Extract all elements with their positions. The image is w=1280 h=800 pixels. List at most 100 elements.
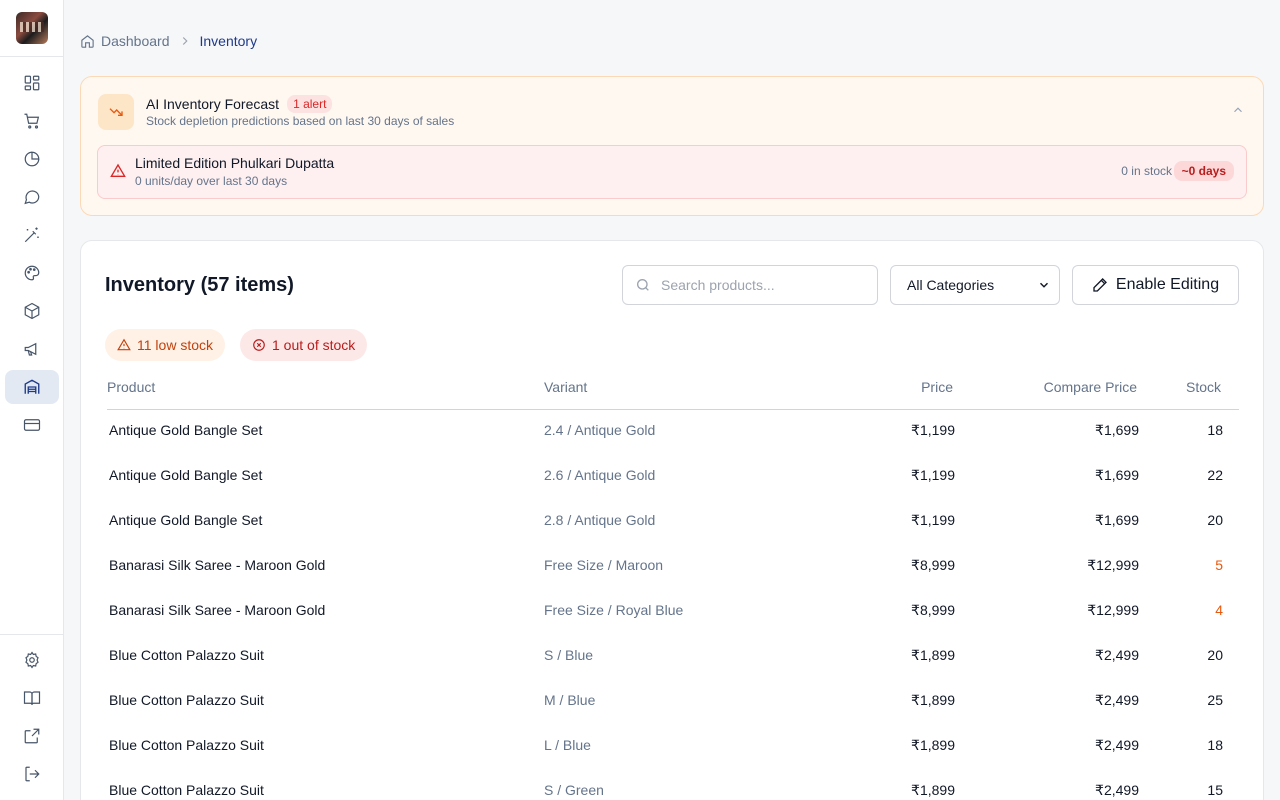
breadcrumb-home-link[interactable]: Dashboard xyxy=(80,33,170,49)
stock-cell[interactable]: 5 xyxy=(1215,557,1223,573)
column-header-variant[interactable]: Variant xyxy=(544,379,587,395)
price-cell[interactable]: ₹1,899 xyxy=(911,692,955,709)
variant-cell: Free Size / Maroon xyxy=(544,557,664,573)
compare-price-cell[interactable]: ₹1,699 xyxy=(1095,467,1139,484)
sidebar-item-theme[interactable] xyxy=(5,256,59,290)
alert-triangle-icon xyxy=(117,338,131,351)
variant-cell: M / Blue xyxy=(544,692,596,708)
variant-cell: 2.8 / Antique Gold xyxy=(544,512,656,528)
product-cell: Antique Gold Bangle Set xyxy=(109,467,263,483)
compare-price-cell[interactable]: ₹1,699 xyxy=(1095,512,1139,529)
sidebar-item-logout[interactable] xyxy=(5,757,59,791)
log-out-icon xyxy=(25,766,40,782)
enable-editing-button[interactable]: Enable Editing xyxy=(1072,265,1239,305)
sidebar-item-marketing[interactable] xyxy=(5,332,59,366)
column-header-product[interactable]: Product xyxy=(107,379,155,395)
alert-count-badge: 1 alert xyxy=(287,95,333,113)
price-cell[interactable]: ₹8,999 xyxy=(911,557,955,574)
store-logo[interactable] xyxy=(16,12,48,44)
stock-cell[interactable]: 22 xyxy=(1207,467,1223,483)
search-input[interactable] xyxy=(661,277,861,293)
variant-cell: S / Blue xyxy=(544,647,594,663)
warehouse-icon xyxy=(24,379,40,394)
category-select[interactable]: All Categories xyxy=(890,265,1060,305)
alert-product-name: Limited Edition Phulkari Dupatta xyxy=(135,155,335,171)
table-row[interactable]: Antique Gold Bangle Set 2.8 / Antique Gol… xyxy=(81,500,1263,545)
product-cell: Antique Gold Bangle Set xyxy=(109,422,263,438)
forecast-header: AI Inventory Forecast 1 alert xyxy=(146,95,333,113)
compare-price-cell[interactable]: ₹2,499 xyxy=(1095,737,1139,754)
stock-cell[interactable]: 25 xyxy=(1207,692,1223,708)
category-select-value: All Categories xyxy=(907,277,995,293)
price-cell[interactable]: ₹1,899 xyxy=(911,647,955,664)
credit-card-icon xyxy=(23,419,41,431)
column-header-price[interactable]: Price xyxy=(921,379,953,395)
alert-triangle-icon xyxy=(110,163,126,184)
stock-cell[interactable]: 20 xyxy=(1207,512,1223,528)
shopping-cart-icon xyxy=(24,113,40,129)
compare-price-cell[interactable]: ₹1,699 xyxy=(1095,422,1139,439)
product-cell: Banarasi Silk Saree - Maroon Gold xyxy=(109,557,326,573)
stock-cell[interactable]: 18 xyxy=(1207,422,1223,438)
sidebar-item-docs[interactable] xyxy=(5,681,59,715)
breadcrumb-current: Inventory xyxy=(199,33,258,49)
low-stock-filter[interactable]: 11 low stock xyxy=(105,329,225,361)
price-cell[interactable]: ₹1,199 xyxy=(911,512,955,529)
table-row[interactable]: Antique Gold Bangle Set 2.4 / Antique Gol… xyxy=(81,410,1263,455)
stock-cell[interactable]: 15 xyxy=(1207,782,1223,798)
chevron-up-icon[interactable] xyxy=(1231,103,1245,122)
stock-cell[interactable]: 4 xyxy=(1215,602,1223,618)
variant-cell: L / Blue xyxy=(544,737,591,753)
sidebar-item-ai-tools[interactable] xyxy=(5,218,59,252)
table-row[interactable]: Blue Cotton Palazzo Suit M / Blue ₹1,899 ₹2… xyxy=(81,680,1263,725)
sidebar-item-messages[interactable] xyxy=(5,180,59,214)
stock-cell[interactable]: 18 xyxy=(1207,737,1223,753)
compare-price-cell[interactable]: ₹12,999 xyxy=(1087,557,1139,574)
forecast-alert-item[interactable]: Limited Edition Phulkari Dupatta 0 units… xyxy=(97,145,1247,199)
out-of-stock-label: 1 out of stock xyxy=(272,337,356,353)
search-box[interactable] xyxy=(622,265,878,305)
sidebar-item-settings[interactable] xyxy=(5,643,59,677)
sidebar-item-billing[interactable] xyxy=(5,408,59,442)
sidebar-item-dashboard[interactable] xyxy=(5,66,59,100)
stock-cell[interactable]: 20 xyxy=(1207,647,1223,663)
product-cell: Blue Cotton Palazzo Suit xyxy=(109,737,264,753)
package-icon xyxy=(24,302,40,320)
table-row[interactable]: Banarasi Silk Saree - Maroon Gold Free Si… xyxy=(81,545,1263,590)
sidebar-item-view-store[interactable] xyxy=(5,719,59,753)
compare-price-cell[interactable]: ₹2,499 xyxy=(1095,692,1139,709)
table-row[interactable]: Antique Gold Bangle Set 2.6 / Antique Gol… xyxy=(81,455,1263,500)
price-cell[interactable]: ₹1,899 xyxy=(911,737,955,754)
forecast-title: AI Inventory Forecast xyxy=(146,96,280,112)
column-header-compare-price[interactable]: Compare Price xyxy=(1044,379,1137,395)
column-header-stock[interactable]: Stock xyxy=(1186,379,1221,395)
sidebar-item-inventory[interactable] xyxy=(5,370,59,404)
pie-chart-icon xyxy=(24,151,40,167)
variant-cell: Free Size / Royal Blue xyxy=(544,602,684,618)
book-open-icon xyxy=(23,691,41,705)
variant-cell: S / Green xyxy=(544,782,604,798)
price-cell[interactable]: ₹1,899 xyxy=(911,782,955,799)
out-of-stock-filter[interactable]: 1 out of stock xyxy=(240,329,368,361)
price-cell[interactable]: ₹1,199 xyxy=(911,467,955,484)
sidebar-item-products[interactable] xyxy=(5,294,59,328)
chevron-down-icon xyxy=(1039,282,1049,288)
table-row[interactable]: Blue Cotton Palazzo Suit L / Blue ₹1,899 ₹2… xyxy=(81,725,1263,770)
external-link-icon xyxy=(24,728,40,744)
compare-price-cell[interactable]: ₹12,999 xyxy=(1087,602,1139,619)
table-row[interactable]: Blue Cotton Palazzo Suit S / Blue ₹1,899 ₹2… xyxy=(81,635,1263,680)
table-row[interactable]: Blue Cotton Palazzo Suit S / Green ₹1,899 ₹… xyxy=(81,770,1263,800)
compare-price-cell[interactable]: ₹2,499 xyxy=(1095,782,1139,799)
price-cell[interactable]: ₹8,999 xyxy=(911,602,955,619)
magic-wand-icon xyxy=(24,227,39,243)
price-cell[interactable]: ₹1,199 xyxy=(911,422,955,439)
sidebar-divider xyxy=(0,56,63,57)
table-row[interactable]: Banarasi Silk Saree - Maroon Gold Free Si… xyxy=(81,590,1263,635)
compare-price-cell[interactable]: ₹2,499 xyxy=(1095,647,1139,664)
product-cell: Antique Gold Bangle Set xyxy=(109,512,263,528)
sidebar-divider-bottom xyxy=(0,634,63,635)
sidebar-item-orders[interactable] xyxy=(5,104,59,138)
forecast-subtitle: Stock depletion predictions based on las… xyxy=(146,114,455,128)
sidebar-item-analytics[interactable] xyxy=(5,142,59,176)
layout-dashboard-icon xyxy=(24,75,40,91)
